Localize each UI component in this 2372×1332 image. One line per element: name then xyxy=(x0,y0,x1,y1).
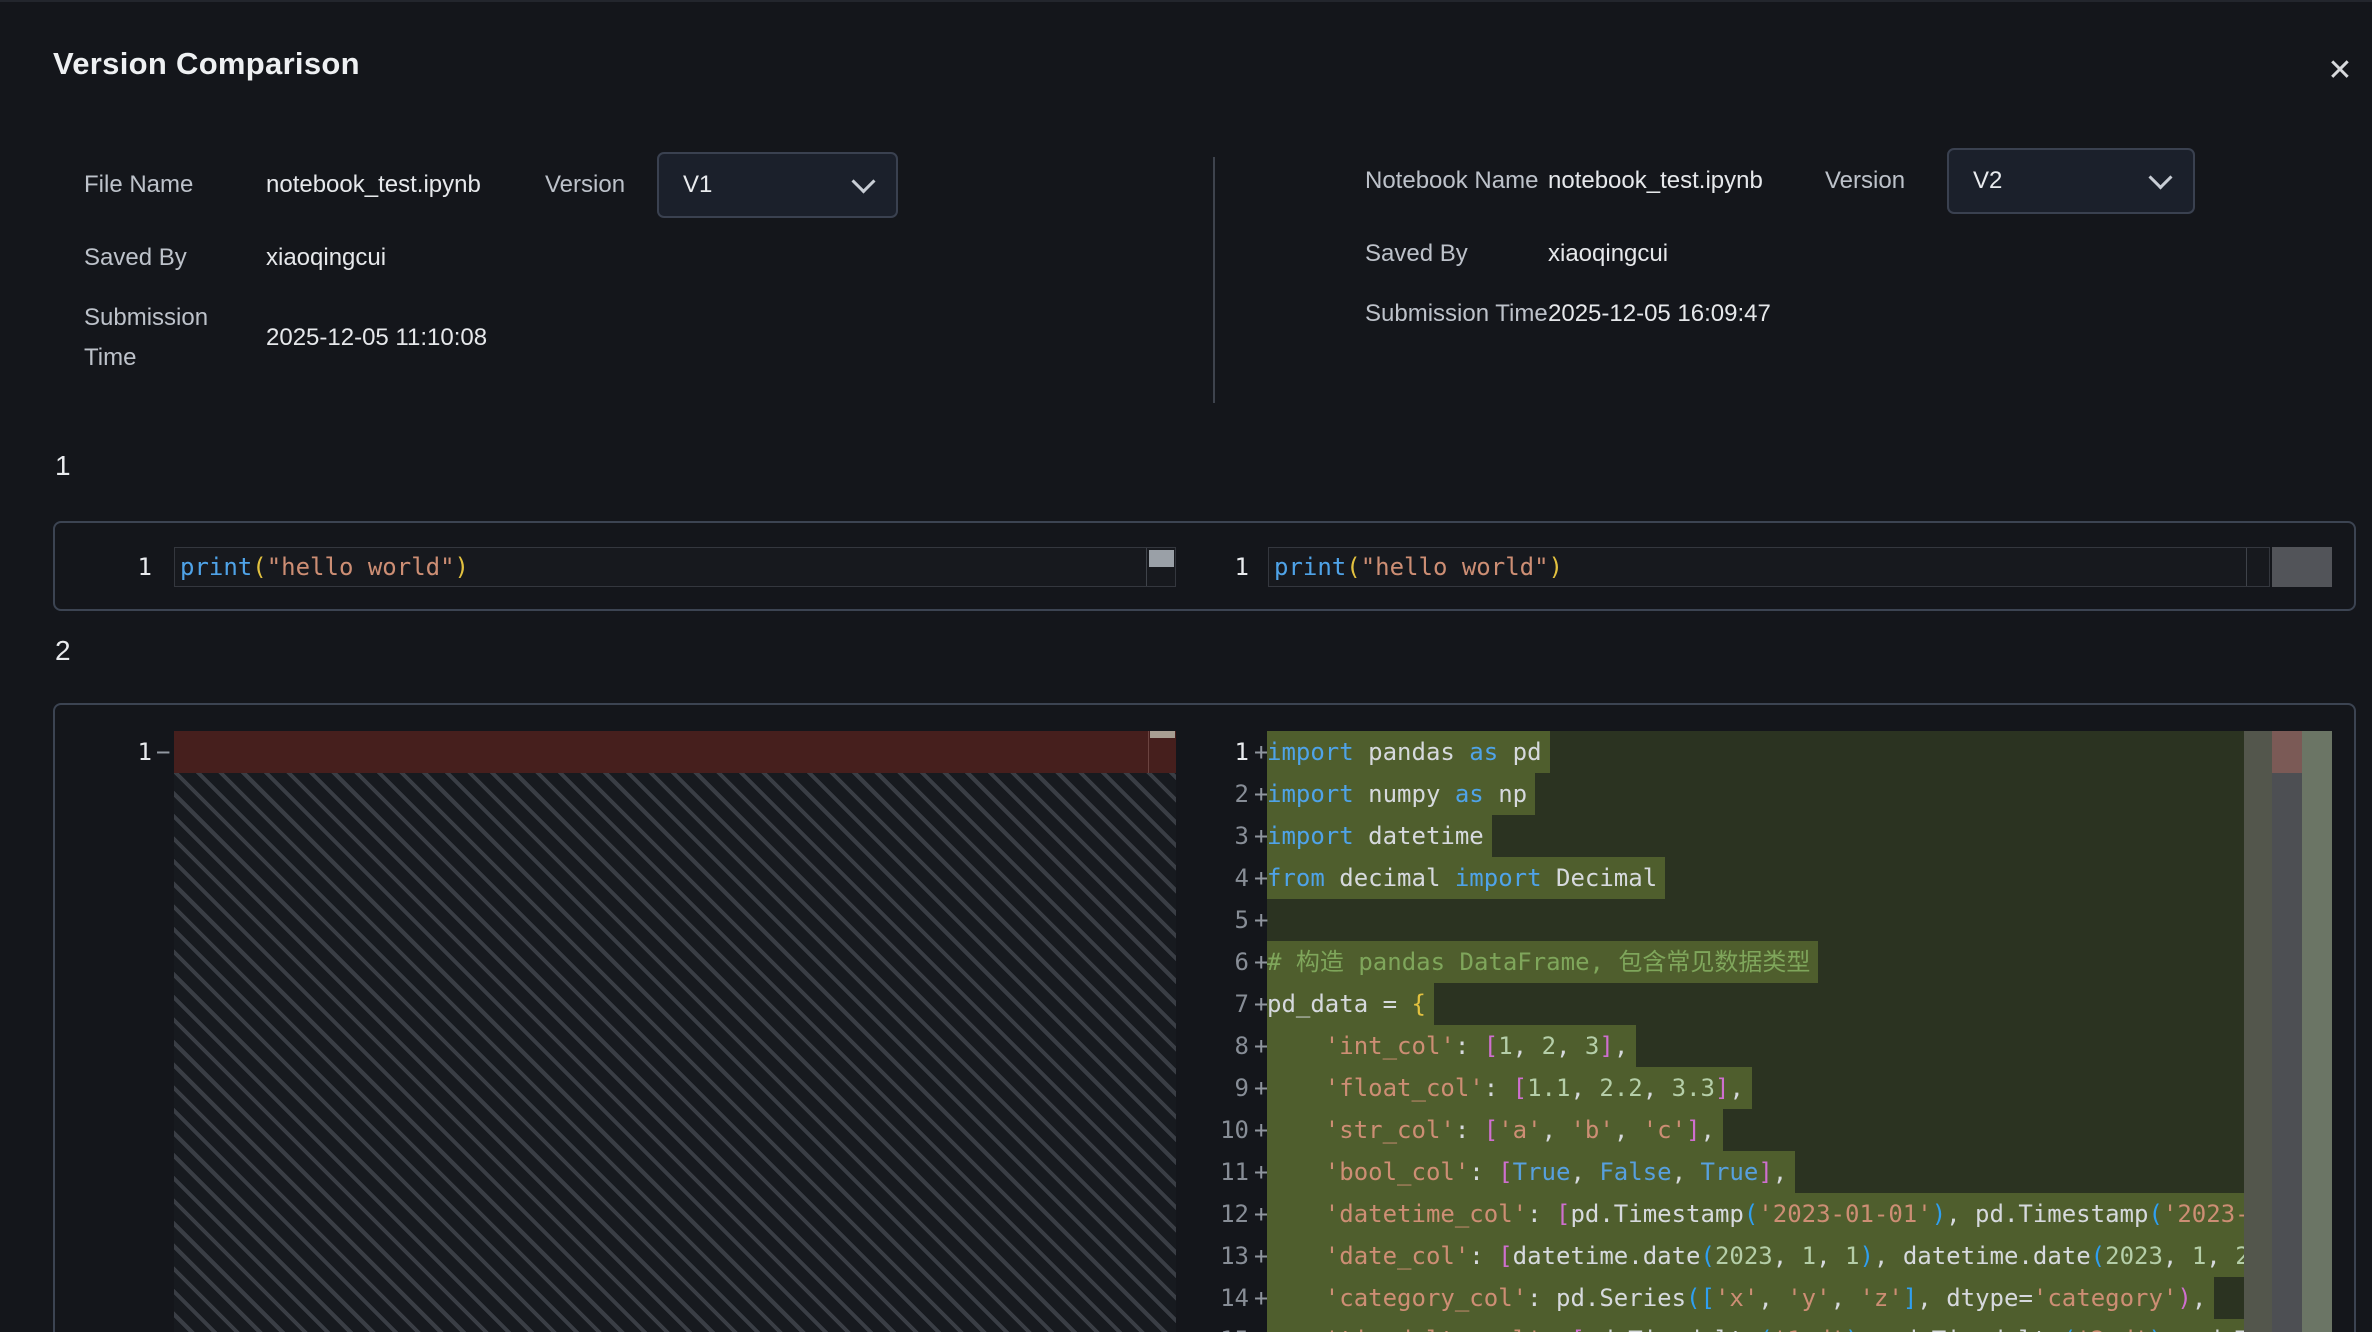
version-select-v1[interactable]: V1 xyxy=(657,152,898,218)
submission-time-value: 2025-12-05 16:09:47 xyxy=(1548,294,1771,334)
code-line[interactable]: 14+ 'category_col': pd.Series(['x', 'y',… xyxy=(55,1277,2354,1319)
meta-row: Submission Time 2025-12-05 11:10:08 xyxy=(84,298,1164,378)
code-line[interactable]: 9+ 'float_col': [1.1, 2.2, 3.3], xyxy=(55,1067,2354,1109)
submission-time-value: 2025-12-05 11:10:08 xyxy=(266,318,487,358)
code-text: 'timedelta_col': [pd.Timedelta('1 d'), p… xyxy=(1267,1319,2244,1332)
overview-ruler[interactable] xyxy=(2272,731,2302,1332)
code-line[interactable]: 12+ 'datetime_col': [pd.Timestamp('2023-… xyxy=(55,1193,2354,1235)
code-line[interactable]: 8+ 'int_col': [1, 2, 3], xyxy=(55,1025,2354,1067)
saved-by-label: Saved By xyxy=(84,238,266,278)
chevron-down-icon xyxy=(851,169,875,193)
code-editor-added[interactable]: 1+import pandas as pd2+import numpy as n… xyxy=(55,731,2354,1332)
diff-cell-1: 1 print("hello world") 1 print("hello wo… xyxy=(53,521,2356,611)
code-line[interactable]: 13+ 'date_col': [datetime.date(2023, 1, … xyxy=(55,1235,2354,1277)
line-number: 14 xyxy=(1185,1277,1249,1319)
version-select-v2[interactable]: V2 xyxy=(1947,148,2195,214)
scrollbar-thumb[interactable] xyxy=(2272,547,2332,587)
code-line[interactable]: 15+ 'timedelta_col': [pd.Timedelta('1 d'… xyxy=(55,1319,2354,1332)
code-line[interactable]: 4+from decimal import Decimal xyxy=(55,857,2354,899)
code-line[interactable]: 11+ 'bool_col': [True, False, True], xyxy=(55,1151,2354,1193)
code-line[interactable]: 1+import pandas as pd xyxy=(55,731,2354,773)
cell-index-2: 2 xyxy=(55,635,71,667)
code-line[interactable]: 10+ 'str_col': ['a', 'b', 'c'], xyxy=(55,1109,2354,1151)
code-line[interactable]: 6+# 构造 pandas DataFrame, 包含常见数据类型 xyxy=(55,941,2354,983)
cell-index-1: 1 xyxy=(55,450,71,482)
meta-row: Notebook Name notebook_test.ipynb Versio… xyxy=(1365,148,2355,214)
scrollbar-divider xyxy=(1146,548,1147,586)
line-number: 10 xyxy=(1185,1109,1249,1151)
right-version-meta: Notebook Name notebook_test.ipynb Versio… xyxy=(1365,148,2355,354)
code-line[interactable]: 2+import numpy as np xyxy=(55,773,2354,815)
saved-by-label: Saved By xyxy=(1365,234,1548,274)
line-number: 4 xyxy=(1185,857,1249,899)
line-number: 6 xyxy=(1185,941,1249,983)
code-line[interactable]: 5+ xyxy=(55,899,2354,941)
submission-time-label: Submission Time xyxy=(84,298,266,378)
code-text: 'date_col': [datetime.date(2023, 1, 1), … xyxy=(1267,1235,2244,1277)
code-text: 'category_col': pd.Series(['x', 'y', 'z'… xyxy=(1267,1277,2244,1319)
line-number: 12 xyxy=(1185,1193,1249,1235)
line-number: 13 xyxy=(1185,1235,1249,1277)
code-text: import numpy as np xyxy=(1267,773,2244,815)
code-text xyxy=(1267,899,2244,941)
meta-row: Saved By xiaoqingcui xyxy=(84,238,1164,278)
overview-ruler-removed-mark xyxy=(2272,731,2302,773)
version-label: Version xyxy=(545,171,657,199)
line-number: 1 xyxy=(1185,731,1249,773)
line-number: 9 xyxy=(1185,1067,1249,1109)
page-title: Version Comparison xyxy=(53,46,360,82)
code-editor-right[interactable]: print("hello world") xyxy=(1268,547,2270,587)
code-line[interactable]: 7+pd_data = { xyxy=(55,983,2354,1025)
meta-row: Saved By xiaoqingcui xyxy=(1365,234,2355,274)
file-name-value: notebook_test.ipynb xyxy=(266,165,545,205)
chevron-down-icon xyxy=(2148,165,2172,189)
diff-cell-2: 1 − 1+import pandas as pd2+import numpy … xyxy=(53,703,2356,1332)
meta-row: File Name notebook_test.ipynb Version V1 xyxy=(84,152,1164,218)
saved-by-value: xiaoqingcui xyxy=(1548,234,1668,274)
code-text: pd_data = { xyxy=(1267,983,2244,1025)
code-line: print("hello world") xyxy=(180,548,469,586)
line-number: 7 xyxy=(1185,983,1249,1025)
code-text: from decimal import Decimal xyxy=(1267,857,2244,899)
line-number: 8 xyxy=(1185,1025,1249,1067)
code-text: 'int_col': [1, 2, 3], xyxy=(1267,1025,2244,1067)
line-number: 15 xyxy=(1185,1319,1249,1332)
code-text: 'float_col': [1.1, 2.2, 3.3], xyxy=(1267,1067,2244,1109)
line-number: 1 xyxy=(1185,547,1249,587)
code-text: 'str_col': ['a', 'b', 'c'], xyxy=(1267,1109,2244,1151)
meta-divider xyxy=(1213,157,1215,403)
file-name-label: File Name xyxy=(84,165,266,205)
code-line: print("hello world") xyxy=(1274,548,1563,586)
meta-row: Submission Time 2025-12-05 16:09:47 xyxy=(1365,294,2355,334)
code-text: # 构造 pandas DataFrame, 包含常见数据类型 xyxy=(1267,941,2244,983)
close-icon[interactable]: ✕ xyxy=(2318,48,2362,92)
left-version-meta: File Name notebook_test.ipynb Version V1… xyxy=(84,152,1164,398)
saved-by-value: xiaoqingcui xyxy=(266,238,386,278)
code-text: import datetime xyxy=(1267,815,2244,857)
line-number: 3 xyxy=(1185,815,1249,857)
line-number: 5 xyxy=(1185,899,1249,941)
version-comparison-modal: Version Comparison ✕ File Name notebook_… xyxy=(0,0,2372,1332)
scrollbar-thumb[interactable] xyxy=(1149,550,1174,567)
version-select-value: V1 xyxy=(683,171,712,199)
code-line[interactable]: 3+import datetime xyxy=(55,815,2354,857)
overview-ruler-added-column xyxy=(2302,731,2332,1332)
line-number: 2 xyxy=(1185,773,1249,815)
line-number: 1 xyxy=(88,547,152,587)
submission-time-label: Submission Time xyxy=(1365,294,1548,334)
line-number: 11 xyxy=(1185,1151,1249,1193)
code-text: 'datetime_col': [pd.Timestamp('2023-01-0… xyxy=(1267,1193,2244,1235)
version-label: Version xyxy=(1825,167,1947,195)
code-text: import pandas as pd xyxy=(1267,731,2244,773)
code-editor-left[interactable]: print("hello world") xyxy=(174,547,1176,587)
notebook-name-value: notebook_test.ipynb xyxy=(1548,161,1825,201)
notebook-name-label: Notebook Name xyxy=(1365,161,1548,201)
version-select-value: V2 xyxy=(1973,167,2002,195)
scrollbar-divider xyxy=(2246,548,2247,586)
code-text: 'bool_col': [True, False, True], xyxy=(1267,1151,2244,1193)
scrollbar-track[interactable] xyxy=(2244,731,2272,1332)
